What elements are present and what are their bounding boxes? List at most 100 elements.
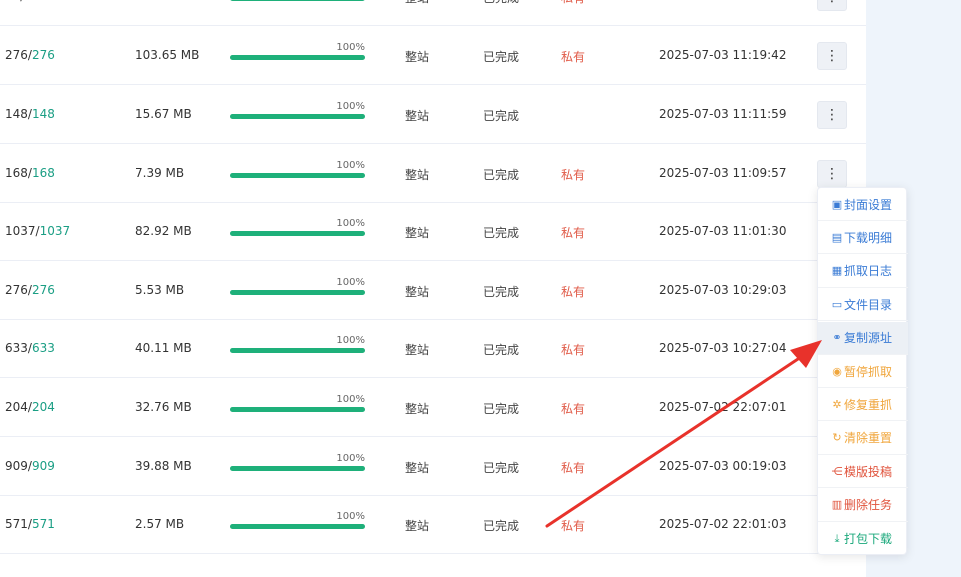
- crawl-scope: 整站: [405, 0, 429, 6]
- visibility-badge: 私有: [561, 519, 586, 533]
- page-count: 909/909: [5, 459, 55, 473]
- timestamp: 2025-07-03 11:11:59: [659, 107, 787, 121]
- more-actions-button[interactable]: ⋮: [817, 42, 847, 70]
- crawl-scope: 整站: [405, 226, 430, 240]
- menu-item-image[interactable]: ▣ 封面设置: [818, 188, 908, 221]
- page-count-done: 276: [31, 283, 55, 297]
- timestamp: 2025-07-03 11:24:04: [659, 0, 786, 3]
- table-row: 71/712.57 MB100%整站已完成私有2025-07-03 11:24:…: [0, 0, 866, 26]
- menu-item-label: 删除任务: [844, 498, 893, 513]
- task-status: 已完成: [483, 109, 520, 123]
- page-count-done: 204: [31, 400, 55, 414]
- page-count-total: 276: [5, 283, 28, 297]
- menu-item-trash[interactable]: ▥ 删除任务: [818, 489, 908, 522]
- crawl-scope: 整站: [405, 519, 430, 533]
- progress-track: [230, 407, 365, 412]
- timestamp: 2025-07-03 10:29:03: [659, 283, 787, 297]
- progress-track: [230, 466, 365, 471]
- file-size: 39.88 MB: [135, 459, 192, 473]
- visibility-badge: 私有: [561, 0, 585, 6]
- task-status: 已完成: [483, 50, 520, 64]
- more-actions-button[interactable]: ⋮: [817, 101, 847, 129]
- progress-fill: [230, 55, 365, 60]
- menu-item-label: 暂停抓取: [844, 364, 893, 379]
- more-vertical-icon: ⋮: [825, 107, 839, 123]
- progress-fill: [230, 0, 365, 1]
- page-count-total: 909: [5, 459, 28, 473]
- crawl-scope: 整站: [405, 343, 430, 357]
- table-row: 276/276 5.53 MB 100% 整站 已完成 私有 2025-07-03 10:2…: [0, 262, 866, 320]
- table-row: 204/204 32.76 MB 100% 整站 已完成 私有 2025-07-02 22:…: [0, 379, 866, 437]
- file-size: 82.92 MB: [135, 224, 192, 238]
- menu-item-share[interactable]: ⋲ 模版投稿: [818, 455, 908, 489]
- page-count: 204/204: [5, 400, 55, 414]
- page-count-done: 1037: [39, 224, 71, 238]
- task-table: 71/712.57 MB100%整站已完成私有2025-07-03 11:24:…: [0, 0, 866, 577]
- progress-percent: 100%: [336, 511, 365, 522]
- menu-item-download[interactable]: ⤓ 打包下载: [818, 522, 908, 555]
- task-status: 已完成: [483, 519, 520, 533]
- page-count: 148/148: [5, 107, 55, 121]
- more-actions-button[interactable]: ⋮: [817, 160, 847, 188]
- download-icon: ⤓: [834, 531, 840, 545]
- progress-track: [230, 231, 365, 236]
- crawl-scope: 整站: [405, 285, 430, 299]
- trash-icon: ▥: [831, 498, 843, 512]
- menu-item-label: 下载明细: [844, 230, 893, 245]
- more-actions-button[interactable]: ⋮: [817, 0, 847, 11]
- page-count: 276/276: [5, 283, 55, 297]
- progress-track: [230, 290, 365, 295]
- page-count-total: 276: [5, 48, 28, 62]
- progress-fill: [230, 231, 365, 236]
- menu-item-label: 复制源址: [844, 331, 893, 346]
- menu-item-reset[interactable]: ↻ 清除重置: [818, 422, 908, 455]
- row-action-menu: ▣ 封面设置 ▤ 下载明细 ▦ 抓取日志 ▭ 文件目录 ⚭ 复制源址 ◉ 暂停抓取 ✲ 修复重抓 ↻ 清除重置…: [817, 187, 908, 555]
- task-status: 已完成: [483, 343, 520, 357]
- timestamp: 2025-07-03 00:19:03: [659, 459, 787, 473]
- progress-fill: [230, 290, 365, 295]
- page-count-done: 276: [31, 48, 55, 62]
- progress-track: [230, 173, 365, 178]
- progress-percent: 100%: [336, 394, 365, 405]
- table-row: 633/633 40.11 MB 100% 整站 已完成 私有 2025-07-03 10:…: [0, 320, 866, 378]
- task-status: 已完成: [483, 461, 520, 475]
- more-vertical-icon: ⋮: [825, 48, 839, 64]
- file-size: 2.57 MB: [135, 0, 184, 3]
- link-icon: ⚭: [832, 331, 842, 345]
- calendar-icon: ▦: [831, 264, 843, 278]
- page-count: 571/571: [5, 517, 55, 531]
- visibility-badge: 私有: [561, 461, 586, 475]
- menu-item-calendar[interactable]: ▦ 抓取日志: [818, 255, 908, 288]
- menu-item-label: 打包下载: [844, 532, 893, 546]
- crawl-scope: 整站: [405, 402, 430, 416]
- image-icon: ▣: [831, 197, 843, 211]
- page-count-total: 168: [5, 166, 28, 180]
- pause-icon: ◉: [832, 364, 842, 378]
- page-count-done: 909: [31, 459, 55, 473]
- progress-fill: [230, 348, 365, 353]
- repair-icon: ✲: [832, 397, 842, 411]
- task-status: 已完成: [483, 0, 519, 6]
- more-vertical-icon: ⋮: [825, 0, 839, 4]
- table-row: 1037/1037 82.92 MB 100% 整站 已完成 私有 2025-07-03 1…: [0, 203, 866, 261]
- reset-icon: ↻: [832, 431, 842, 445]
- progress-fill: [230, 114, 365, 119]
- menu-item-pause[interactable]: ◉ 暂停抓取: [818, 355, 908, 388]
- menu-item-link[interactable]: ⚭ 复制源址: [818, 321, 908, 355]
- progress-track: [230, 524, 365, 529]
- timestamp: 2025-07-03 11:09:57: [659, 166, 787, 180]
- menu-item-label: 模版投稿: [844, 464, 893, 479]
- page-count-done: 71: [24, 0, 39, 3]
- menu-item-repair[interactable]: ✲ 修复重抓: [818, 388, 908, 422]
- menu-item-folder[interactable]: ▭ 文件目录: [818, 288, 908, 322]
- progress-fill: [230, 407, 365, 412]
- page-count-total: 71: [5, 0, 20, 3]
- task-status: 已完成: [483, 226, 520, 240]
- page-count-done: 633: [31, 341, 55, 355]
- progress-percent: 100%: [336, 42, 365, 53]
- menu-item-list[interactable]: ▤ 下载明细: [818, 221, 908, 255]
- file-size: 2.57 MB: [135, 517, 185, 531]
- file-size: 40.11 MB: [135, 341, 192, 355]
- crawl-scope: 整站: [405, 461, 430, 475]
- page-count-total: 633: [5, 341, 28, 355]
